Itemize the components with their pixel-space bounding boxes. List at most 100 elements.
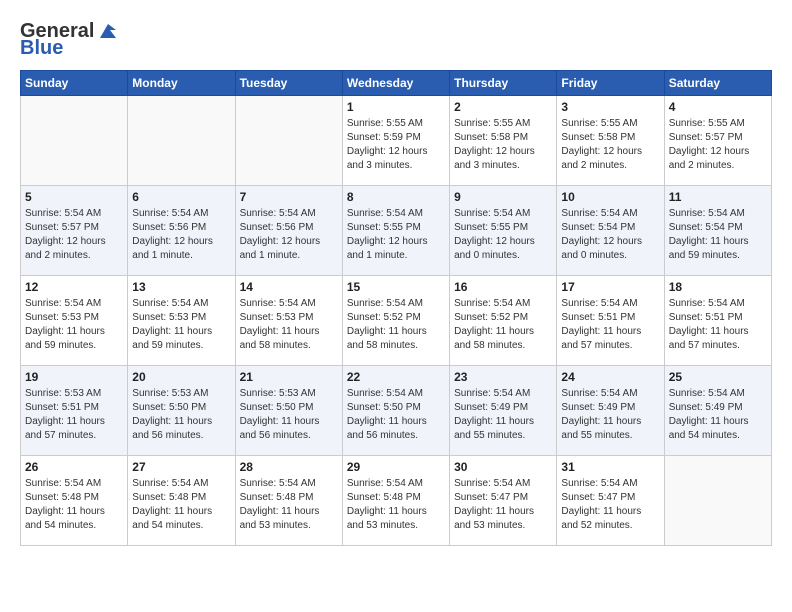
calendar-cell [128,96,235,186]
day-number: 10 [561,190,659,204]
calendar-week-row: 19 Sunrise: 5:53 AM Sunset: 5:51 PM Dayli… [21,366,772,456]
logo-blue-text: Blue [20,37,63,60]
day-number: 11 [669,190,767,204]
day-of-week-header: Wednesday [342,71,449,96]
day-number: 25 [669,370,767,384]
calendar-cell: 8 Sunrise: 5:54 AM Sunset: 5:55 PM Daylig… [342,186,449,276]
day-info: Sunrise: 5:55 AM Sunset: 5:59 PM Dayligh… [347,117,445,173]
day-of-week-header: Saturday [664,71,771,96]
calendar-cell: 24 Sunrise: 5:54 AM Sunset: 5:49 PM Dayli… [557,366,664,456]
logo-bird-icon [96,20,116,40]
day-info: Sunrise: 5:54 AM Sunset: 5:48 PM Dayligh… [347,477,445,533]
calendar-week-row: 5Sunrise: 5:54 AM Sunset: 5:57 PM Daylig… [21,186,772,276]
day-info: Sunrise: 5:54 AM Sunset: 5:48 PM Dayligh… [132,477,230,533]
day-number: 1 [347,100,445,114]
calendar-cell: 27 Sunrise: 5:54 AM Sunset: 5:48 PM Dayli… [128,456,235,546]
day-number: 2 [454,100,552,114]
logo: General Blue [20,20,116,60]
calendar-cell: 22 Sunrise: 5:54 AM Sunset: 5:50 PM Dayli… [342,366,449,456]
calendar-cell: 20 Sunrise: 5:53 AM Sunset: 5:50 PM Dayli… [128,366,235,456]
day-info: Sunrise: 5:54 AM Sunset: 5:49 PM Dayligh… [669,387,767,443]
day-number: 12 [25,280,123,294]
page-header: General Blue [20,20,772,60]
calendar-cell: 19 Sunrise: 5:53 AM Sunset: 5:51 PM Dayli… [21,366,128,456]
day-number: 4 [669,100,767,114]
calendar-week-row: 12 Sunrise: 5:54 AM Sunset: 5:53 PM Dayli… [21,276,772,366]
calendar-cell: 11Sunrise: 5:54 AM Sunset: 5:54 PM Dayli… [664,186,771,276]
day-info: Sunrise: 5:54 AM Sunset: 5:55 PM Dayligh… [454,207,552,263]
day-info: Sunrise: 5:54 AM Sunset: 5:48 PM Dayligh… [240,477,338,533]
day-info: Sunrise: 5:54 AM Sunset: 5:56 PM Dayligh… [132,207,230,263]
calendar-cell: 5Sunrise: 5:54 AM Sunset: 5:57 PM Daylig… [21,186,128,276]
calendar-cell: 28Sunrise: 5:54 AM Sunset: 5:48 PM Dayli… [235,456,342,546]
day-number: 26 [25,460,123,474]
calendar-week-row: 1 Sunrise: 5:55 AM Sunset: 5:59 PM Daylig… [21,96,772,186]
calendar-cell [664,456,771,546]
calendar-cell: 12 Sunrise: 5:54 AM Sunset: 5:53 PM Dayli… [21,276,128,366]
calendar-cell: 1 Sunrise: 5:55 AM Sunset: 5:59 PM Daylig… [342,96,449,186]
calendar-cell: 9 Sunrise: 5:54 AM Sunset: 5:55 PM Daylig… [450,186,557,276]
day-number: 5 [25,190,123,204]
day-of-week-header: Friday [557,71,664,96]
calendar-cell: 7Sunrise: 5:54 AM Sunset: 5:56 PM Daylig… [235,186,342,276]
day-info: Sunrise: 5:54 AM Sunset: 5:51 PM Dayligh… [669,297,767,353]
day-number: 22 [347,370,445,384]
day-number: 16 [454,280,552,294]
day-info: Sunrise: 5:55 AM Sunset: 5:58 PM Dayligh… [454,117,552,173]
day-of-week-header: Monday [128,71,235,96]
day-of-week-header: Thursday [450,71,557,96]
day-number: 23 [454,370,552,384]
calendar-cell: 4Sunrise: 5:55 AM Sunset: 5:57 PM Daylig… [664,96,771,186]
day-info: Sunrise: 5:54 AM Sunset: 5:49 PM Dayligh… [561,387,659,443]
calendar-table: SundayMondayTuesdayWednesdayThursdayFrid… [20,70,772,546]
day-info: Sunrise: 5:54 AM Sunset: 5:49 PM Dayligh… [454,387,552,443]
calendar-cell: 13 Sunrise: 5:54 AM Sunset: 5:53 PM Dayli… [128,276,235,366]
calendar-cell: 16 Sunrise: 5:54 AM Sunset: 5:52 PM Dayli… [450,276,557,366]
day-info: Sunrise: 5:53 AM Sunset: 5:51 PM Dayligh… [25,387,123,443]
day-info: Sunrise: 5:54 AM Sunset: 5:53 PM Dayligh… [240,297,338,353]
day-number: 29 [347,460,445,474]
day-info: Sunrise: 5:54 AM Sunset: 5:48 PM Dayligh… [25,477,123,533]
calendar-header-row: SundayMondayTuesdayWednesdayThursdayFrid… [21,71,772,96]
day-info: Sunrise: 5:55 AM Sunset: 5:58 PM Dayligh… [561,117,659,173]
calendar-week-row: 26 Sunrise: 5:54 AM Sunset: 5:48 PM Dayli… [21,456,772,546]
day-number: 18 [669,280,767,294]
calendar-cell: 2 Sunrise: 5:55 AM Sunset: 5:58 PM Daylig… [450,96,557,186]
day-number: 27 [132,460,230,474]
day-info: Sunrise: 5:54 AM Sunset: 5:55 PM Dayligh… [347,207,445,263]
day-info: Sunrise: 5:54 AM Sunset: 5:50 PM Dayligh… [347,387,445,443]
day-number: 30 [454,460,552,474]
day-number: 3 [561,100,659,114]
day-of-week-header: Sunday [21,71,128,96]
day-info: Sunrise: 5:54 AM Sunset: 5:53 PM Dayligh… [25,297,123,353]
day-number: 8 [347,190,445,204]
day-info: Sunrise: 5:54 AM Sunset: 5:51 PM Dayligh… [561,297,659,353]
day-info: Sunrise: 5:54 AM Sunset: 5:54 PM Dayligh… [561,207,659,263]
day-info: Sunrise: 5:54 AM Sunset: 5:52 PM Dayligh… [454,297,552,353]
day-number: 19 [25,370,123,384]
day-info: Sunrise: 5:54 AM Sunset: 5:47 PM Dayligh… [561,477,659,533]
calendar-cell: 21Sunrise: 5:53 AM Sunset: 5:50 PM Dayli… [235,366,342,456]
day-number: 14 [240,280,338,294]
calendar-cell: 30Sunrise: 5:54 AM Sunset: 5:47 PM Dayli… [450,456,557,546]
day-number: 6 [132,190,230,204]
calendar-cell: 3 Sunrise: 5:55 AM Sunset: 5:58 PM Daylig… [557,96,664,186]
day-info: Sunrise: 5:53 AM Sunset: 5:50 PM Dayligh… [240,387,338,443]
day-info: Sunrise: 5:53 AM Sunset: 5:50 PM Dayligh… [132,387,230,443]
day-number: 13 [132,280,230,294]
calendar-cell: 15Sunrise: 5:54 AM Sunset: 5:52 PM Dayli… [342,276,449,366]
calendar-cell: 14 Sunrise: 5:54 AM Sunset: 5:53 PM Dayli… [235,276,342,366]
day-number: 31 [561,460,659,474]
day-number: 24 [561,370,659,384]
calendar-cell: 23 Sunrise: 5:54 AM Sunset: 5:49 PM Dayli… [450,366,557,456]
day-number: 20 [132,370,230,384]
day-info: Sunrise: 5:54 AM Sunset: 5:53 PM Dayligh… [132,297,230,353]
calendar-cell: 6 Sunrise: 5:54 AM Sunset: 5:56 PM Daylig… [128,186,235,276]
day-of-week-header: Tuesday [235,71,342,96]
day-number: 9 [454,190,552,204]
day-number: 17 [561,280,659,294]
calendar-cell: 18 Sunrise: 5:54 AM Sunset: 5:51 PM Dayli… [664,276,771,366]
calendar-cell: 25 Sunrise: 5:54 AM Sunset: 5:49 PM Dayli… [664,366,771,456]
calendar-cell: 29 Sunrise: 5:54 AM Sunset: 5:48 PM Dayli… [342,456,449,546]
calendar-cell: 17 Sunrise: 5:54 AM Sunset: 5:51 PM Dayli… [557,276,664,366]
